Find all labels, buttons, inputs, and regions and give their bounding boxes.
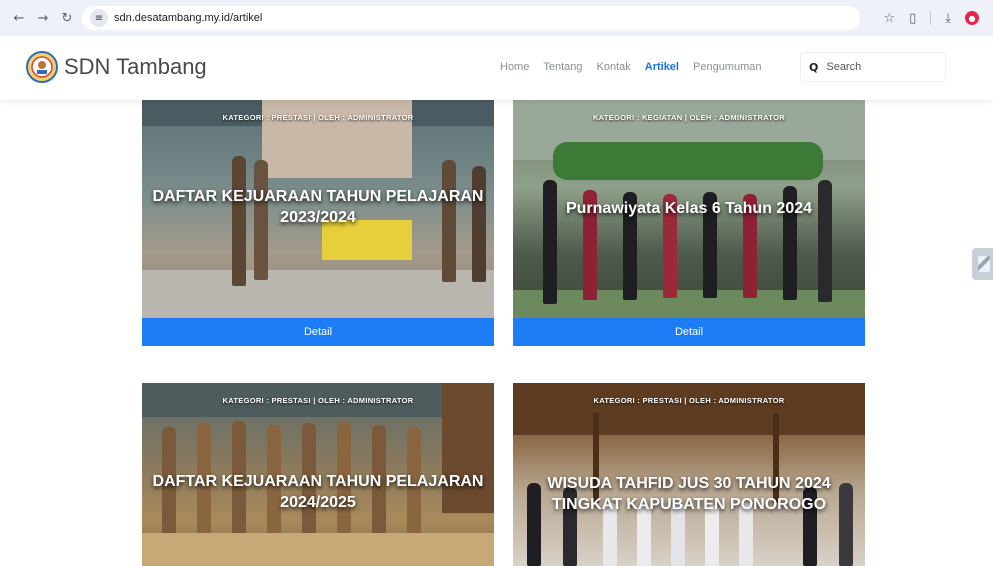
article-meta: KATEGORI : PRESTASI | OLEH : ADMINISTRAT… [222, 396, 414, 405]
forward-icon[interactable]: → [32, 7, 54, 29]
back-icon[interactable]: ← [8, 7, 30, 29]
address-bar[interactable]: ≡ sdn.desatambang.my.id/artikel [82, 6, 860, 30]
site-header: SDN Tambang Home Tentang Kontak Artikel … [0, 36, 993, 100]
article-title[interactable]: Purnawiyata Kelas 6 Tahun 2024 [513, 198, 865, 219]
detail-button[interactable]: Detail [142, 318, 494, 346]
extensions-icon[interactable]: ▯ [909, 11, 916, 26]
search-input[interactable] [826, 61, 937, 73]
article-title[interactable]: DAFTAR KEJUARAAN TAHUN PELAJARAN 2023/20… [142, 186, 494, 228]
article-title[interactable]: DAFTAR KEJUARAAN TAHUN PELAJARAN 2024/20… [142, 471, 494, 513]
search-icon: Q [809, 60, 819, 74]
browser-actions: ☆ ▯ ⤓ ● [883, 6, 979, 30]
article-card: KATEGORI : KEGIATAN | OLEH : ADMINISTRAT… [513, 100, 865, 346]
article-title[interactable]: WISUDA TAHFID JUS 30 TAHUN 2024 TINGKAT … [513, 473, 865, 515]
main-nav: Home Tentang Kontak Artikel Pengumuman [500, 61, 762, 73]
side-tool-icon [978, 256, 990, 272]
article-card: KATEGORI : PRESTASI | OLEH : ADMINISTRAT… [513, 383, 865, 566]
toolbar-divider [930, 11, 932, 25]
search-box[interactable]: Q [800, 52, 946, 82]
nav-kontak[interactable]: Kontak [597, 61, 631, 73]
star-icon[interactable]: ☆ [883, 11, 895, 26]
school-logo-icon [26, 51, 58, 83]
site-settings-icon[interactable]: ≡ [90, 9, 108, 27]
browser-toolbar: ← → ↻ ≡ sdn.desatambang.my.id/artikel ☆ … [0, 0, 993, 36]
download-icon[interactable]: ⤓ [945, 11, 951, 26]
article-meta: KATEGORI : KEGIATAN | OLEH : ADMINISTRAT… [592, 113, 786, 122]
article-meta: KATEGORI : PRESTASI | OLEH : ADMINISTRAT… [222, 113, 414, 122]
article-card: KATEGORI : PRESTASI | OLEH : ADMINISTRAT… [142, 100, 494, 346]
floating-side-button[interactable] [972, 248, 993, 280]
article-meta: KATEGORI : PRESTASI | OLEH : ADMINISTRAT… [593, 396, 785, 405]
reload-icon[interactable]: ↻ [56, 7, 78, 29]
nav-tentang[interactable]: Tentang [543, 61, 582, 73]
site-brand[interactable]: SDN Tambang [64, 54, 207, 80]
nav-home[interactable]: Home [500, 61, 529, 73]
nav-artikel[interactable]: Artikel [645, 61, 679, 73]
url-text[interactable]: sdn.desatambang.my.id/artikel [114, 12, 262, 24]
article-card: KATEGORI : PRESTASI | OLEH : ADMINISTRAT… [142, 383, 494, 566]
nav-pengumuman[interactable]: Pengumuman [693, 61, 762, 73]
profile-icon[interactable]: ● [965, 11, 979, 25]
detail-button[interactable]: Detail [513, 318, 865, 346]
browser-nav-buttons: ← → ↻ [8, 7, 78, 29]
